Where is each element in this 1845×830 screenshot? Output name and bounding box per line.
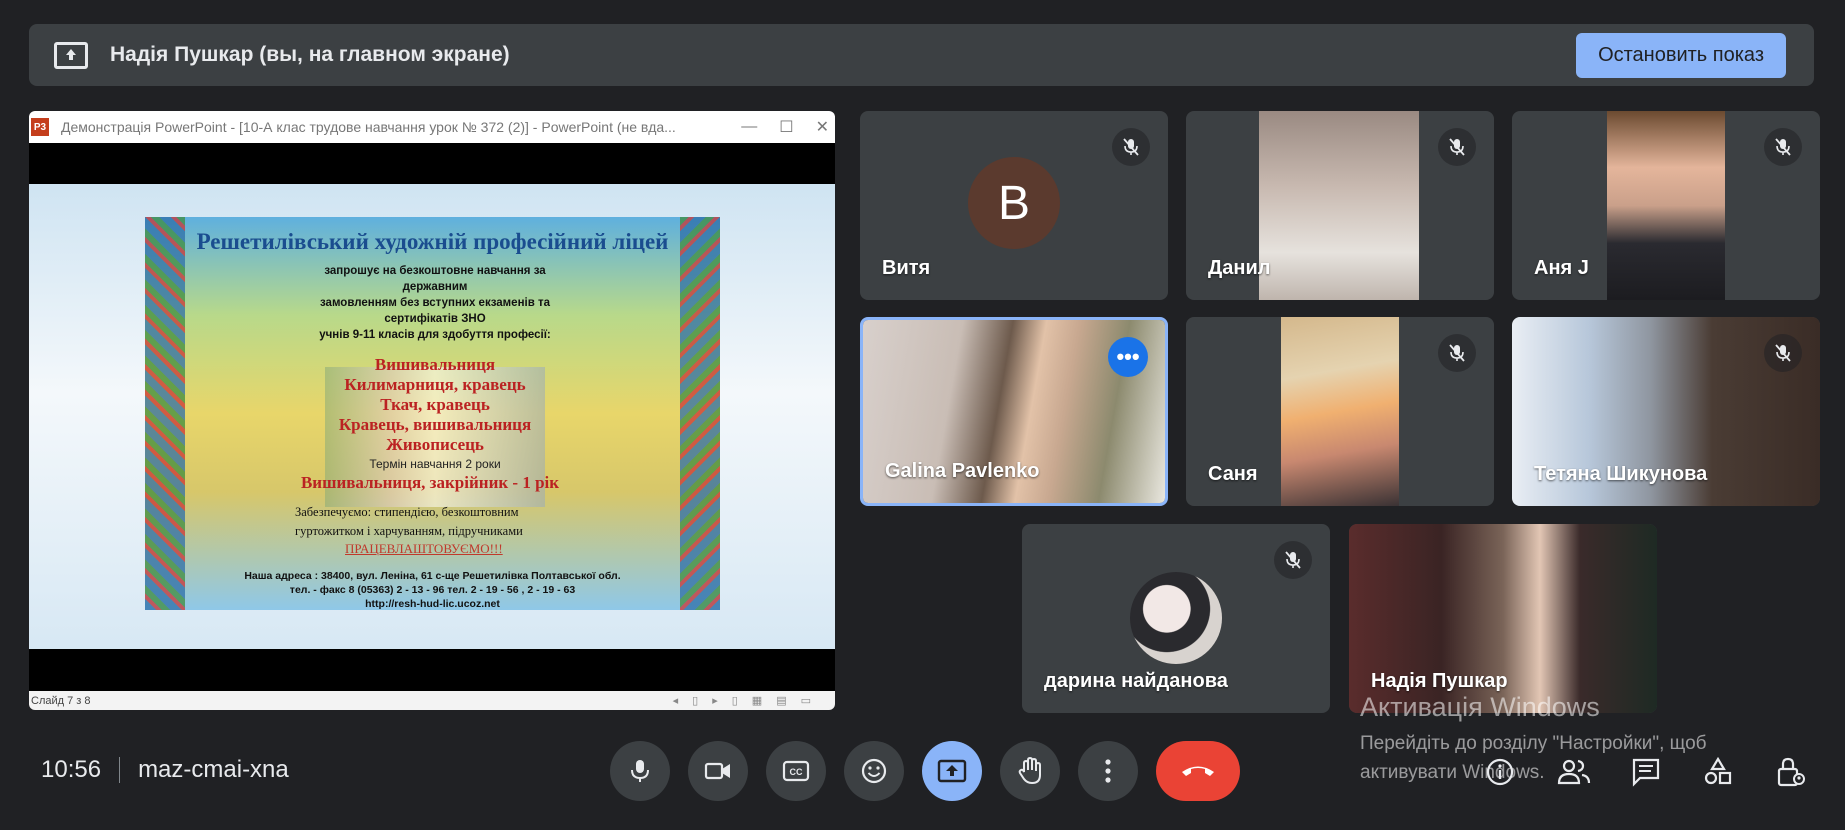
meeting-code: maz-cmai-xna [138,756,289,783]
people-button[interactable] [1554,752,1594,792]
slide-poster: Решетилівський художній професійний ліце… [145,217,720,610]
participant-tile[interactable]: Саня [1186,317,1494,506]
participant-name: Galina Pavlenko [885,460,1040,482]
poster-term: Термін навчання 2 роки [369,457,501,471]
more-vert-icon [1105,759,1111,783]
activities-button[interactable] [1698,752,1738,792]
reactions-button[interactable] [844,741,904,801]
close-icon: ✕ [815,119,829,136]
mic-off-icon [1112,128,1150,166]
slide-counter: Слайд 7 з 8 [31,694,91,707]
meeting-details-button[interactable] [1480,752,1520,792]
leave-call-button[interactable] [1156,741,1240,801]
emoji-icon [861,758,887,784]
mic-off-icon [1764,334,1802,372]
chat-button[interactable] [1626,752,1666,792]
ornament-right [680,217,720,610]
presenting-banner: Надія Пушкар (вы, на главном экране) Ост… [29,24,1814,86]
closed-captions-icon: CC [782,760,810,782]
participant-tile[interactable]: B Витя [860,111,1168,300]
poster-address: Наша адреса : 38400, вул. Леніна, 61 с-щ… [244,570,621,610]
host-controls-button[interactable] [1770,752,1810,792]
camera-button[interactable] [688,741,748,801]
camera-icon [704,762,730,780]
participant-tile-self[interactable]: Надія Пушкар [1349,524,1657,713]
hang-up-icon [1182,766,1214,776]
more-options-button[interactable] [1078,741,1138,801]
poster-title: Решетилівський художній професійний ліце… [196,229,669,254]
more-options-icon[interactable]: ••• [1108,337,1148,377]
ornament-left [145,217,185,610]
poster-profession-2: Вишивальниця, закрійник - 1 рік [300,473,560,492]
participant-name: Аня J [1534,257,1589,279]
ppt-statusbar: Слайд 7 з 8 ◂▯▸▯▦▤▭ [29,691,835,710]
participant-tile-active[interactable]: ••• Galina Pavlenko [860,317,1168,506]
mic-off-icon [1274,541,1312,579]
svg-text:CC: CC [790,767,803,777]
participant-name: Тетяна Шикунова [1534,463,1708,485]
shared-screen: P3 Демонстрація PowerPoint - [10-А клас … [29,111,835,710]
activities-icon [1704,757,1732,785]
ppt-titlebar: P3 Демонстрація PowerPoint - [10-А клас … [29,111,835,143]
raise-hand-button[interactable] [1000,741,1060,801]
participant-tile[interactable]: Аня J [1512,111,1820,300]
poster-professions: Вишивальниця Килимарниця, кравець Ткач, … [338,355,532,454]
poster-intro: запрошує на безкоштовне навчання за держ… [319,265,551,341]
avatar: B [968,157,1060,249]
participant-tile[interactable]: дарина найданова [1022,524,1330,713]
hand-icon [1018,756,1041,785]
present-now-button[interactable] [922,741,982,801]
participant-video [1607,111,1725,300]
meeting-details: 10:56 maz-cmai-xna [41,756,289,784]
participant-tile[interactable]: Данил [1186,111,1494,300]
chat-icon [1632,758,1660,787]
clock: 10:56 [41,756,102,783]
ppt-window-title: Демонстрація PowerPoint - [10-А клас тру… [61,119,676,135]
participant-video [1281,317,1399,506]
present-screen-icon [54,41,88,69]
mic-off-icon [1764,128,1802,166]
participant-name: Витя [882,257,931,279]
participant-name: дарина найданова [1044,670,1228,692]
maximize-icon: ☐ [779,119,794,136]
participant-video [1259,111,1419,300]
banner-title: Надія Пушкар (вы, на главном экране) [110,43,510,66]
avatar [1130,572,1222,664]
slide: Решетилівський художній професійний ліце… [29,184,835,649]
present-screen-icon [937,759,967,783]
mic-off-icon [1438,334,1476,372]
view-icons: ◂▯▸▯▦▤▭ [672,695,825,707]
divider [119,757,121,783]
microphone-button[interactable] [610,741,670,801]
participant-name: Надія Пушкар [1371,670,1508,692]
poster-employ: ПРАЦЕВЛАШТОВУЄМО!!! [345,541,503,556]
stop-presenting-button[interactable]: Остановить показ [1576,33,1786,78]
mic-off-icon [1438,128,1476,166]
participant-name: Саня [1208,463,1258,485]
powerpoint-icon: P3 [31,118,49,136]
minimize-icon: — [741,118,758,135]
participant-tile[interactable]: Тетяна Шикунова [1512,317,1820,506]
people-icon [1557,759,1591,785]
microphone-icon [631,760,649,782]
info-icon [1486,758,1514,786]
poster-provide: Забезпечуємо: стипендією, безкоштовним г… [295,505,523,538]
participant-name: Данил [1208,257,1271,279]
lock-person-icon [1777,757,1805,787]
captions-button[interactable]: CC [766,741,826,801]
